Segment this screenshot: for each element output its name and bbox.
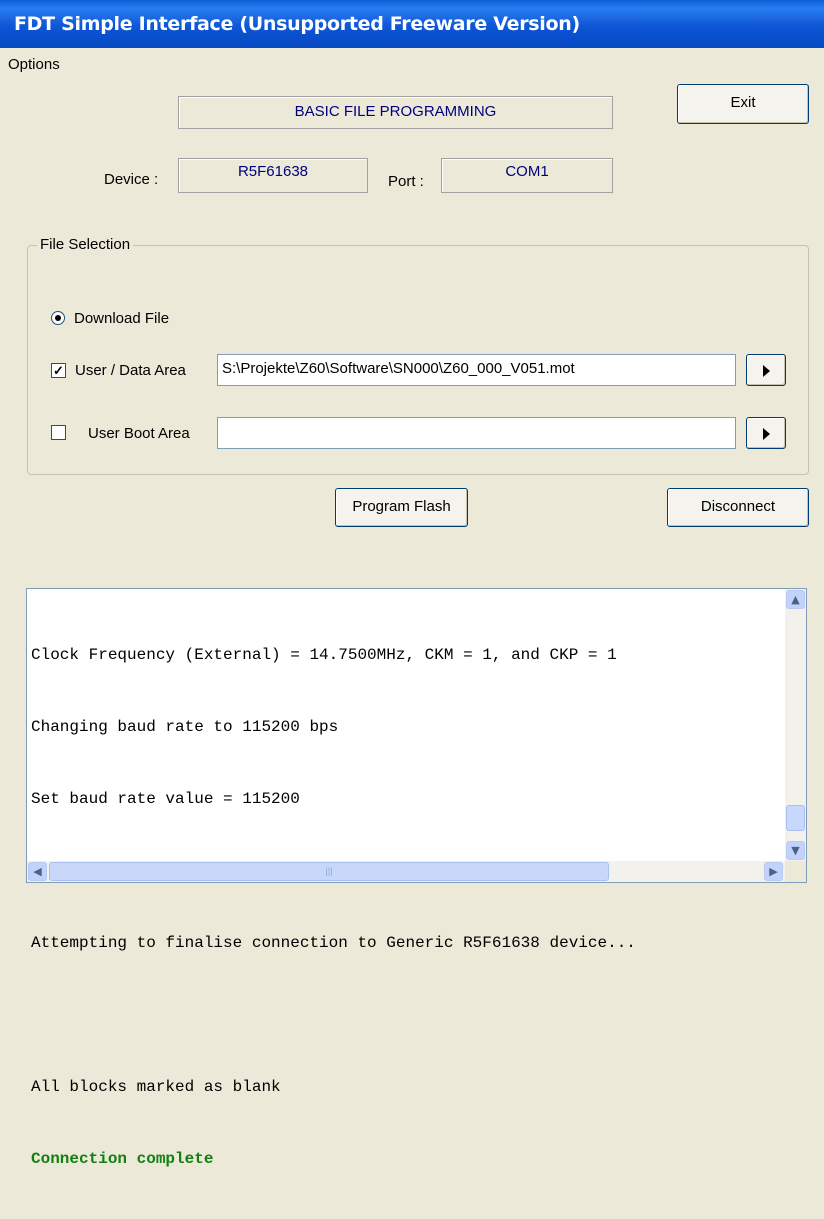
port-value: COM1 (505, 163, 549, 180)
log-line: Set baud rate value = 115200 (31, 790, 300, 808)
port-value-box: COM1 (441, 158, 613, 193)
log-line: Clock Frequency (External) = 14.7500MHz,… (31, 646, 617, 664)
radio-selected-dot (55, 315, 61, 321)
log-output[interactable]: Clock Frequency (External) = 14.7500MHz,… (26, 588, 807, 1168)
file-selection-title: File Selection (37, 236, 134, 253)
scrollbar-corner (785, 861, 806, 882)
user-data-area-browse-button[interactable] (746, 354, 786, 386)
program-flash-button[interactable]: Program Flash (335, 488, 468, 527)
device-label: Device : (104, 171, 159, 188)
exit-button[interactable]: Exit (677, 84, 809, 124)
log-line: All blocks marked as blank (31, 1078, 281, 1096)
chevron-left-icon: ◀ (33, 865, 42, 878)
user-boot-area-path (222, 423, 226, 440)
fdt-window: FDT Simple Interface (Unsupported Freewa… (0, 0, 824, 1168)
horizontal-scroll-thumb[interactable]: ||| (49, 862, 609, 881)
scroll-down-button[interactable]: ▼ (786, 841, 805, 860)
user-data-area-label[interactable]: User / Data Area (75, 362, 186, 379)
log-line: Attempting to finalise connection to Gen… (31, 934, 636, 952)
user-data-area-path: S:\Projekte\Z60\Software\SN000\Z60_000_V… (222, 360, 575, 377)
download-file-radio[interactable] (51, 311, 65, 325)
chevron-right-icon: ▶ (769, 865, 778, 878)
user-data-area-checkbox[interactable]: ✓ (51, 363, 66, 378)
scroll-right-button[interactable]: ▶ (764, 862, 783, 881)
checkmark-icon: ✓ (53, 363, 64, 378)
disconnect-button[interactable]: Disconnect (667, 488, 809, 527)
user-boot-area-browse-button[interactable] (746, 417, 786, 449)
play-arrow-icon (763, 365, 770, 377)
scroll-up-button[interactable]: ▲ (786, 590, 805, 609)
play-arrow-icon (763, 428, 770, 440)
program-flash-label: Program Flash (352, 498, 451, 515)
log-line-status: Connection complete (31, 1150, 214, 1168)
user-boot-area-label[interactable]: User Boot Area (88, 425, 190, 442)
chevron-up-icon: ▲ (791, 593, 800, 606)
vertical-scroll-thumb[interactable] (786, 805, 805, 831)
log-text: Clock Frequency (External) = 14.7500MHz,… (31, 595, 636, 1219)
menu-options[interactable]: Options (8, 56, 60, 73)
scroll-grip: ||| (325, 866, 333, 876)
scroll-left-button[interactable]: ◀ (28, 862, 47, 881)
device-value: R5F61638 (237, 163, 309, 180)
mode-label: BASIC FILE PROGRAMMING (294, 103, 497, 120)
download-file-label[interactable]: Download File (74, 310, 169, 327)
log-line: Changing baud rate to 115200 bps (31, 718, 339, 736)
user-boot-area-path-field[interactable] (217, 417, 736, 449)
disconnect-label: Disconnect (700, 498, 776, 515)
vertical-scrollbar[interactable]: ▲ ▼ (785, 589, 806, 861)
chevron-down-icon: ▼ (791, 844, 800, 857)
menu-bar (0, 48, 824, 78)
exit-button-label: Exit (730, 94, 756, 111)
mode-display: BASIC FILE PROGRAMMING (178, 96, 613, 129)
title-bar[interactable]: FDT Simple Interface (Unsupported Freewa… (0, 0, 824, 48)
device-value-box: R5F61638 (178, 158, 368, 193)
horizontal-scrollbar[interactable]: ◀ ||| ▶ (27, 861, 785, 882)
user-data-area-path-field[interactable]: S:\Projekte\Z60\Software\SN000\Z60_000_V… (217, 354, 736, 386)
port-label: Port : (388, 173, 424, 190)
window-title: FDT Simple Interface (Unsupported Freewa… (14, 13, 580, 35)
user-boot-area-checkbox[interactable] (51, 425, 66, 440)
